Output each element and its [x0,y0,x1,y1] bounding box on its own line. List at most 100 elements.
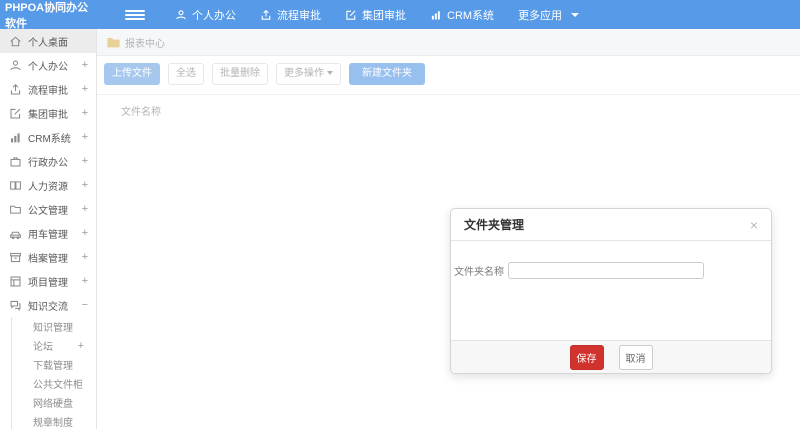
sidebar-item-crm[interactable]: CRM系统 + [0,125,96,149]
sidebar-item-project-mgmt[interactable]: 项目管理 + [0,269,96,293]
sidebar-item-label: 行政办公 [28,157,68,169]
new-folder-button[interactable]: 新建文件夹 [349,63,425,85]
expand-plus[interactable]: + [82,203,88,215]
briefcase-icon [9,155,22,168]
sidebar-item-workflow-approval[interactable]: 流程审批 + [0,77,96,101]
sub-item-label: 知识管理 [33,323,73,334]
nav-item-label: 集团审批 [362,9,406,22]
collapse-minus[interactable]: − [82,299,88,311]
hamburger-menu-icon[interactable] [125,0,145,29]
sidebar-item-hr[interactable]: 人力资源 + [0,173,96,197]
open-book-icon [9,179,22,192]
file-list-header: 文件名称 [97,94,800,126]
sidebar-item-label: CRM系统 [28,133,71,145]
sidebar: 个人桌面 个人办公 + 流程审批 + 集团审批 + CRM系统 + 行政办公 + [0,29,97,429]
toolbar: 上传文件 全选 批量删除 更多操作 新建文件夹 [97,56,800,85]
edit-square-icon [345,9,357,21]
expand-plus[interactable]: + [82,83,88,95]
save-button[interactable]: 保存 [569,344,604,370]
expand-plus[interactable]: + [82,131,88,143]
expand-plus[interactable]: + [82,59,88,71]
folder-name-input[interactable] [508,262,704,279]
nav-item-label: 流程审批 [277,9,321,22]
sub-item-label: 论坛 [33,342,53,353]
sidebar-item-label: 项目管理 [28,277,68,289]
sidebar-item-label: 流程审批 [28,85,68,97]
nav-item-crm[interactable]: CRM系统 [418,0,506,29]
sidebar-item-label: 人力资源 [28,181,68,193]
sidebar-item-knowledge-exchange[interactable]: 知识交流 − [0,293,96,317]
user-icon [175,9,187,21]
upload-flow-icon [260,9,272,21]
cancel-button[interactable]: 取消 [618,344,653,370]
nav-item-label: 个人办公 [192,9,236,22]
project-grid-icon [9,275,22,288]
sidebar-item-label: 档案管理 [28,253,68,265]
top-nav-items: 个人办公 流程审批 集团审批 CRM系统 更多应用 [163,0,591,29]
more-actions-dropdown[interactable]: 更多操作 [276,63,341,85]
expand-plus[interactable]: + [82,227,88,239]
sidebar-item-vehicle-mgmt[interactable]: 用车管理 + [0,221,96,245]
expand-plus[interactable]: + [82,107,88,119]
folder-name-label: 文件夹名称 [454,267,504,278]
breadcrumb-label: 报表中心 [125,38,165,50]
expand-plus[interactable]: + [82,155,88,167]
sidebar-item-label: 知识交流 [28,301,68,313]
dialog-header: 文件夹管理 × [451,209,771,241]
folder-management-dialog: 文件夹管理 × 文件夹名称 保存 取消 [450,208,772,374]
sidebar-subitem-network-disk[interactable]: 网络硬盘 [12,393,96,412]
home-icon [9,35,22,48]
sidebar-item-label: 用车管理 [28,229,68,241]
dialog-body: 文件夹名称 [451,241,771,340]
chat-bubbles-icon [9,299,22,312]
nav-item-group-approval[interactable]: 集团审批 [333,0,418,29]
nav-item-more-apps[interactable]: 更多应用 [506,0,591,29]
car-icon [9,227,22,240]
sidebar-subitem-rules[interactable]: 规章制度 [12,412,96,429]
sidebar-item-personal-office[interactable]: 个人办公 + [0,53,96,77]
dialog-title: 文件夹管理 [464,218,525,232]
close-icon[interactable]: × [750,218,758,232]
select-all-button[interactable]: 全选 [168,63,204,85]
archive-icon [9,251,22,264]
sidebar-item-admin-office[interactable]: 行政办公 + [0,149,96,173]
sidebar-item-document-mgmt[interactable]: 公文管理 + [0,197,96,221]
batch-delete-button[interactable]: 批量删除 [212,63,268,85]
sidebar-subitem-public-file-cabinet[interactable]: 公共文件柜 [12,374,96,393]
chevron-down-icon [327,71,333,76]
dialog-footer: 保存 取消 [451,340,771,373]
sidebar-item-label: 个人办公 [28,61,68,73]
chevron-down-icon [571,12,580,17]
app-logo: PHPOA协同办公软件 [5,1,89,30]
nav-item-personal-office[interactable]: 个人办公 [163,0,248,29]
nav-item-label: CRM系统 [447,9,495,22]
sidebar-item-group-approval[interactable]: 集团审批 + [0,101,96,125]
more-actions-label: 更多操作 [284,68,324,79]
sub-item-label: 下载管理 [33,361,73,372]
sidebar-item-label: 公文管理 [28,205,68,217]
expand-plus[interactable]: + [82,251,88,263]
nav-item-label: 更多应用 [518,9,563,22]
bar-chart-icon [9,131,22,144]
upload-file-button[interactable]: 上传文件 [104,63,160,85]
folder-icon [9,203,22,216]
expand-plus[interactable]: + [82,275,88,287]
sidebar-subitem-download-mgmt[interactable]: 下载管理 [12,355,96,374]
expand-plus[interactable]: + [78,340,84,352]
sub-item-label: 公共文件柜 [33,380,83,391]
sidebar-item-personal-desktop[interactable]: 个人桌面 [0,29,96,53]
knowledge-submenu: 知识管理 论坛 + 下载管理 公共文件柜 网络硬盘 规章制度 [11,317,96,429]
sidebar-subitem-forum[interactable]: 论坛 + [12,336,96,355]
sidebar-subitem-knowledge-mgmt[interactable]: 知识管理 [12,317,96,336]
sidebar-item-archive-mgmt[interactable]: 档案管理 + [0,245,96,269]
sidebar-item-label: 集团审批 [28,109,68,121]
edit-square-icon [9,107,22,120]
sidebar-item-label: 个人桌面 [28,37,68,49]
upload-flow-icon [9,83,22,96]
file-name-column-header: 文件名称 [121,107,161,118]
expand-plus[interactable]: + [82,179,88,191]
nav-item-workflow-approval[interactable]: 流程审批 [248,0,333,29]
sub-item-label: 规章制度 [33,418,73,429]
folder-icon [107,37,120,47]
sub-item-label: 网络硬盘 [33,399,73,410]
